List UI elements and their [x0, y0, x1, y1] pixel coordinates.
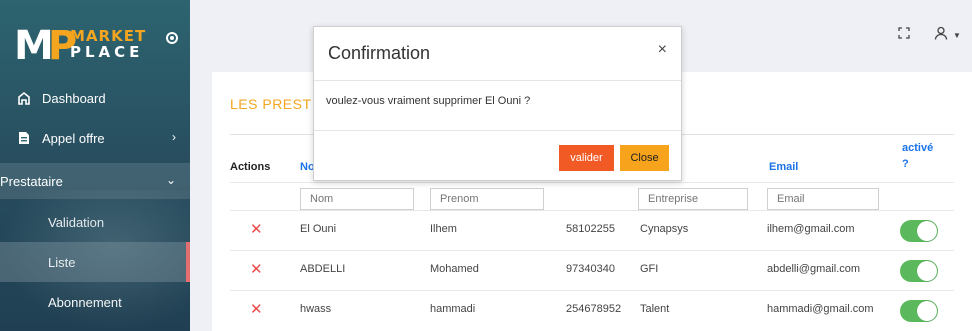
- logo-mark-p: P: [47, 23, 77, 69]
- valider-button[interactable]: valider: [559, 145, 614, 171]
- sidebar-subitem-abonnement[interactable]: Abonnement: [0, 282, 190, 322]
- cell-telephone: 97340340: [566, 263, 615, 275]
- table-row: ✕ hwass hammadi 254678952 Talent hammadi…: [230, 290, 954, 330]
- sidebar-subitem-validation[interactable]: Validation: [0, 202, 190, 242]
- cell-prenom: hammadi: [430, 303, 476, 315]
- delete-icon[interactable]: ✕: [250, 260, 263, 278]
- sidebar-item-prestataire[interactable]: Prestataire ⌄: [0, 163, 190, 199]
- sidebar-subitem-label: Abonnement: [48, 294, 122, 310]
- modal-message: voulez-vous vraiment supprimer El Ouni ?: [326, 95, 531, 107]
- cell-email: abdelli@gmail.com: [767, 263, 861, 275]
- active-toggle[interactable]: [900, 260, 938, 282]
- close-icon[interactable]: ×: [658, 41, 667, 59]
- sidebar-item-label: Prestataire: [0, 173, 63, 189]
- cell-entreprise: GFI: [640, 263, 659, 275]
- filter-prenom-input[interactable]: [430, 188, 544, 210]
- chevron-right-icon: ›: [172, 130, 176, 144]
- cell-telephone: 254678952: [566, 303, 622, 315]
- logo-line-market: MARKET: [70, 27, 147, 45]
- cell-email: hammadi@gmail.com: [767, 303, 874, 315]
- divider: [314, 130, 681, 131]
- cell-entreprise: Cynapsys: [640, 223, 689, 235]
- app-logo[interactable]: MP MARKET PLACE: [14, 22, 146, 74]
- active-toggle[interactable]: [900, 300, 938, 322]
- logo-line-place: PLACE: [70, 43, 144, 61]
- cell-prenom: Ilhem: [430, 223, 457, 235]
- close-button[interactable]: Close: [620, 145, 669, 171]
- table-row: ✕ El Ouni Ilhem 58102255 Cynapsys ilhem@…: [230, 210, 954, 250]
- sidebar-subitem-liste[interactable]: Liste: [0, 242, 190, 282]
- user-icon[interactable]: [934, 26, 948, 40]
- confirmation-modal: Confirmation × voulez-vous vraiment supp…: [313, 26, 682, 181]
- column-header-email[interactable]: Email: [769, 161, 798, 173]
- sidebar-item-label: Appel offre: [42, 130, 105, 146]
- filter-entreprise-input[interactable]: [638, 188, 748, 210]
- sidebar-item-label: Dashboard: [42, 90, 106, 106]
- column-header-actions: Actions: [230, 161, 271, 173]
- cell-email: ilhem@gmail.com: [767, 223, 855, 235]
- cell-nom: El Ouni: [300, 223, 337, 235]
- divider: [230, 182, 954, 183]
- table-row: ✕ ABDELLI Mohamed 97340340 GFI abdelli@g…: [230, 250, 954, 290]
- cell-nom: hwass: [300, 303, 332, 315]
- sidebar-subitem-label: Validation: [48, 214, 105, 230]
- logo-mark: MP: [14, 23, 77, 69]
- column-header-active[interactable]: activé ?: [902, 140, 933, 172]
- page-title: LES PREST: [230, 96, 312, 112]
- delete-icon[interactable]: ✕: [250, 220, 263, 238]
- active-toggle[interactable]: [900, 220, 938, 242]
- cell-entreprise: Talent: [640, 303, 670, 315]
- modal-title: Confirmation: [328, 43, 431, 63]
- expand-icon[interactable]: [898, 26, 910, 39]
- cell-prenom: Mohamed: [430, 263, 479, 275]
- cell-telephone: 58102255: [566, 223, 615, 235]
- sidebar-toggle-icon[interactable]: [166, 32, 178, 44]
- home-icon: [16, 90, 32, 106]
- filter-email-input[interactable]: [767, 188, 879, 210]
- sidebar-subitem-label: Liste: [48, 254, 76, 270]
- sidebar-item-appel-offre[interactable]: Appel offre ›: [0, 120, 190, 156]
- sidebar-item-dashboard[interactable]: Dashboard: [0, 80, 190, 116]
- modal-header: Confirmation ×: [314, 27, 681, 81]
- document-icon: [16, 130, 32, 146]
- delete-icon[interactable]: ✕: [250, 300, 263, 318]
- logo-mark-m: M: [14, 23, 54, 69]
- logo-text: MARKET PLACE: [70, 28, 146, 60]
- caret-down-icon[interactable]: ▼: [953, 31, 961, 40]
- cell-nom: ABDELLI: [300, 263, 346, 275]
- chevron-down-icon: ⌄: [165, 173, 176, 187]
- sidebar: MP MARKET PLACE Dashboard Appel offre › …: [0, 0, 190, 331]
- filter-nom-input[interactable]: [300, 188, 414, 210]
